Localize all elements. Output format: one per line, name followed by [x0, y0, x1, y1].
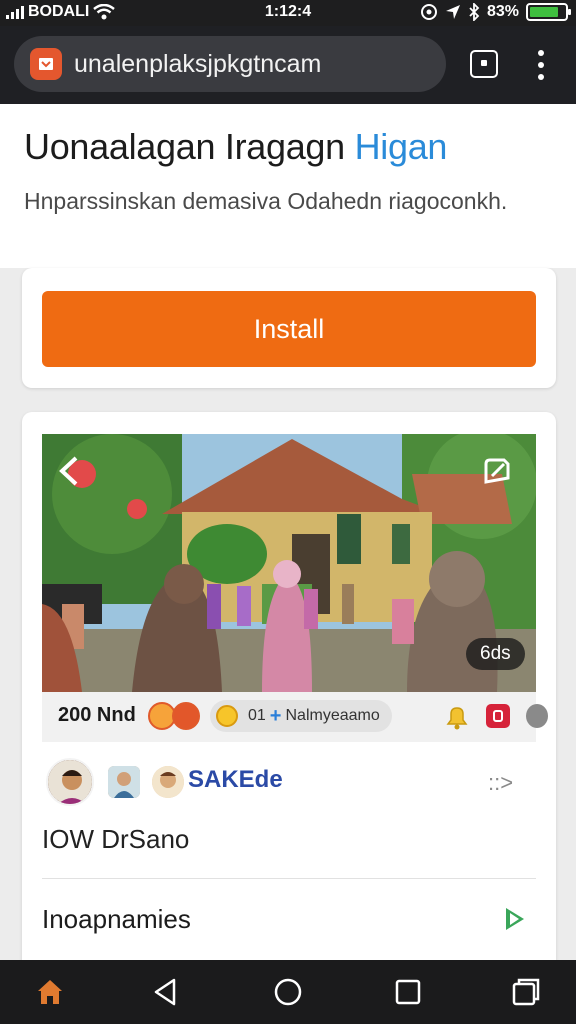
url-text[interactable]: unalenplaksjpkgtncam	[74, 50, 321, 79]
coin-icon	[216, 705, 238, 727]
plus-icon: +	[269, 704, 282, 727]
avatar-small[interactable]	[108, 766, 140, 798]
recents-icon[interactable]	[392, 976, 424, 1008]
tabs-icon[interactable]	[510, 976, 542, 1008]
app-title: Uonaalagan Iragagn Higan	[24, 126, 447, 168]
avatar[interactable]	[46, 758, 94, 806]
tab-switcher-icon[interactable]	[470, 50, 498, 78]
avatar-small[interactable]	[152, 766, 184, 798]
url-bar[interactable]: unalenplaksjpkgtncam	[14, 36, 446, 92]
system-nav-bar	[0, 960, 576, 1024]
browser-toolbar: unalenplaksjpkgtncam	[0, 26, 576, 104]
post-caption: IOW DrSano	[42, 824, 190, 854]
photo-scene	[42, 434, 536, 692]
bluetooth-icon	[469, 3, 480, 21]
post-photo[interactable]: 6ds	[42, 434, 536, 692]
home-circle-icon[interactable]	[272, 976, 304, 1008]
media-count-badge: 6ds	[466, 638, 525, 670]
battery-icon	[526, 3, 571, 21]
reaction-bar: 200 Nnd 01 + Nalmyeaamo	[42, 692, 548, 742]
more-menu-icon[interactable]	[535, 50, 547, 80]
status-bar: BODALI 1:12:4 83%	[0, 0, 576, 26]
chip-count: 01	[248, 707, 266, 724]
save-icon[interactable]	[486, 704, 510, 728]
alarm-icon	[420, 4, 437, 20]
app-subtitle: Hnparssinskan demasiva Odahedn riagoconk…	[24, 188, 508, 214]
location-icon	[445, 5, 460, 19]
reaction-emoji-angry-icon[interactable]	[172, 702, 200, 730]
forward-icon[interactable]: ::>	[488, 770, 513, 796]
install-button[interactable]: Install	[42, 291, 536, 367]
home-icon[interactable]	[34, 976, 66, 1008]
app-header: Uonaalagan Iragagn Higan Hnparssinskan d…	[0, 104, 576, 268]
battery-fill	[530, 7, 559, 17]
price-label: 200 Nnd	[58, 704, 136, 726]
play-icon[interactable]	[506, 908, 524, 930]
app-title-accent[interactable]: Higan	[355, 126, 448, 167]
section-row-label[interactable]: Inoapnamies	[42, 904, 191, 935]
back-chevron-icon[interactable]	[56, 456, 82, 486]
divider	[42, 878, 536, 879]
back-icon[interactable]	[150, 976, 182, 1008]
status-right: 83%	[420, 3, 571, 21]
author-name[interactable]: SAKEde	[188, 766, 283, 794]
bell-icon[interactable]	[444, 704, 470, 730]
site-favicon-icon	[30, 48, 62, 80]
chip-label: Nalmyeaamo	[285, 707, 380, 724]
reaction-chip[interactable]: 01 + Nalmyeaamo	[210, 700, 392, 732]
post-card: 6ds 200 Nnd 01 + Nalmyeaamo SAKEde::> I…	[22, 412, 556, 972]
battery-percent: 83%	[486, 3, 519, 20]
share-icon[interactable]	[482, 456, 512, 486]
author-row: SAKEde ::>	[42, 754, 536, 810]
app-title-main: Uonaalagan Iragagn	[24, 126, 345, 167]
install-card: Install	[22, 268, 556, 388]
more-reactions-icon[interactable]	[526, 704, 548, 728]
